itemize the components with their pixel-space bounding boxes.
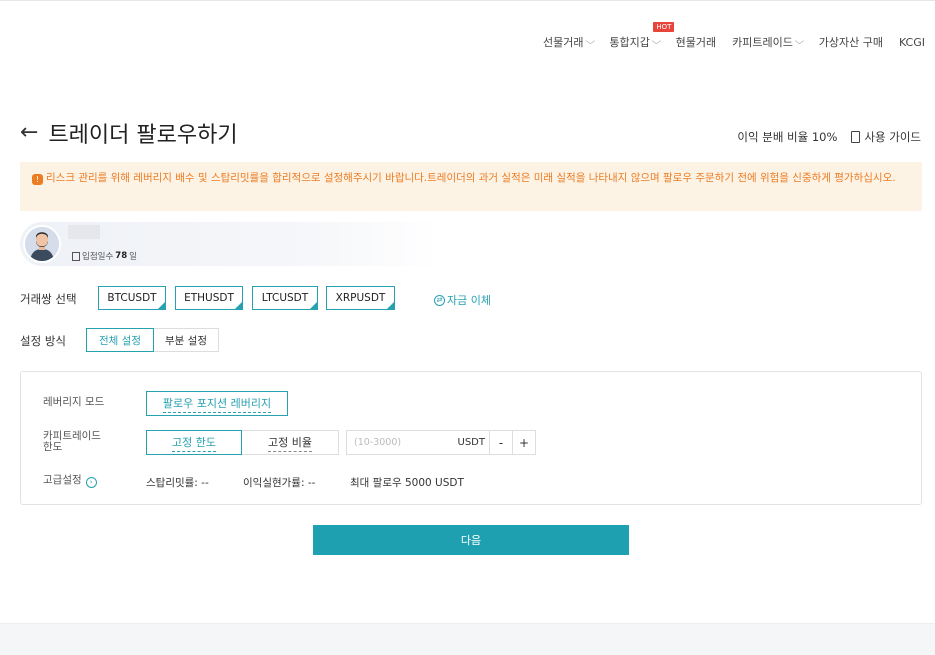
risk-warning-banner: ! 리스크 관리를 위해 레버리지 배수 및 스탑리밋률을 합리적으로 설정해주시… <box>20 162 922 211</box>
back-arrow-icon[interactable]: ← <box>20 122 38 144</box>
days-label: 입점일수 <box>82 252 114 262</box>
listing-days: 입점일수 78 일 <box>72 250 137 262</box>
top-nav: 선물거래 ⌵ HOT 통합지갑 ⌵ 현물거래 카피트레이드 ⌵ 가상자산 구매 … <box>543 22 925 50</box>
tab-label: 전체 설정 <box>99 334 141 347</box>
guide-link[interactable]: 사용 가이드 <box>851 129 921 145</box>
nav-label: 카피트레이드 <box>732 36 793 49</box>
trader-name-placeholder <box>68 225 100 239</box>
tab-partial-setting[interactable]: 부분 설정 <box>154 328 219 352</box>
header-right: 이익 분배 비율 10% 사용 가이드 <box>737 129 921 145</box>
days-unit: 일 <box>129 252 137 262</box>
advanced-settings-toggle[interactable]: 고급설정 › <box>43 475 97 488</box>
pair-ltcusdt[interactable]: LTCUSDT <box>252 286 318 310</box>
nav-label: 가상자산 구매 <box>818 36 883 49</box>
pair-label: ETHUSDT <box>184 292 234 304</box>
fixed-ratio-button[interactable]: 고정 비율 <box>242 430 339 455</box>
max-follow-amount: 최대 팔로우 5000 USDT <box>350 477 464 489</box>
take-profit-rate: 이익실현가률: -- <box>243 477 316 489</box>
pair-btcusdt[interactable]: BTCUSDT <box>98 286 166 310</box>
transfer-icon: ⇄ <box>434 294 445 306</box>
warning-text: 리스크 관리를 위해 레버리지 배수 및 스탑리밋률을 합리적으로 설정해주시기… <box>46 172 896 184</box>
nav-item-spot[interactable]: 현물거래 <box>676 34 716 50</box>
fund-transfer-link[interactable]: ⇄ 자금 이체 <box>434 292 491 308</box>
page-title: 트레이더 팔로우하기 <box>48 123 238 148</box>
footer <box>0 623 935 655</box>
nav-item-copytrade[interactable]: 카피트레이드 ⌵ <box>732 34 805 50</box>
leverage-mode-label: 레버리지 모드 <box>43 396 105 408</box>
pair-xrpusdt[interactable]: XRPUSDT <box>326 286 395 310</box>
leverage-mode-select[interactable]: 팔로우 포지션 레버리지 <box>146 391 288 416</box>
chevron-right-icon: › <box>85 477 97 488</box>
leverage-mode-value: 팔로우 포지션 레버리지 <box>162 395 272 413</box>
tab-label: 부분 설정 <box>165 334 207 347</box>
nav-item-wallet[interactable]: HOT 통합지갑 ⌵ <box>609 22 675 50</box>
nav-item-futures[interactable]: 선물거래 ⌵ <box>543 34 595 50</box>
page-header: ← 트레이더 팔로우하기 <box>20 117 238 149</box>
copy-limit-label-line: 한도 <box>43 441 63 453</box>
pair-label: XRPUSDT <box>335 292 386 304</box>
setting-mode-label: 설정 방식 <box>20 334 66 348</box>
chevron-down-icon: ⌵ <box>794 37 805 47</box>
nav-item-kcgi[interactable]: KCGI <box>899 34 925 50</box>
days-value: 78 <box>115 251 128 261</box>
nav-label: KCGI <box>898 35 925 49</box>
hot-badge: HOT <box>653 22 675 32</box>
top-divider <box>0 0 935 1</box>
fixed-amount-label: 고정 한도 <box>172 434 216 452</box>
chevron-down-icon: ⌵ <box>651 37 662 47</box>
copy-amount-stepper: USDT - + <box>346 430 536 455</box>
copy-amount-input[interactable] <box>347 437 447 448</box>
nav-label: 통합지갑 <box>609 36 650 49</box>
guide-label: 사용 가이드 <box>864 130 921 144</box>
avatar <box>23 225 61 263</box>
pair-ethusdt[interactable]: ETHUSDT <box>175 286 243 310</box>
tab-full-setting[interactable]: 전체 설정 <box>86 328 154 352</box>
stop-limit-rate: 스탑리밋률: -- <box>146 477 209 489</box>
nav-label: 선물거래 <box>543 36 584 49</box>
document-icon <box>851 131 861 143</box>
pair-label: LTCUSDT <box>261 292 309 304</box>
decrement-button[interactable]: - <box>489 431 512 454</box>
next-button[interactable]: 다음 <box>313 525 629 555</box>
trader-card: 입점일수 78 일 <box>20 222 440 266</box>
fixed-ratio-label: 고정 비율 <box>268 434 312 452</box>
transfer-label: 자금 이체 <box>447 294 491 307</box>
nav-label: 현물거래 <box>675 36 717 49</box>
copy-limit-label: 카피트레이드 한도 <box>43 431 101 453</box>
increment-button[interactable]: + <box>512 431 535 454</box>
warning-icon: ! <box>32 174 43 185</box>
unit-label: USDT <box>457 437 485 448</box>
advanced-settings-label: 고급설정 <box>43 474 82 486</box>
nav-item-buy-crypto[interactable]: 가상자산 구매 <box>819 34 883 50</box>
profit-share-text: 이익 분배 비율 10% <box>737 130 838 144</box>
pair-select-label: 거래쌍 선택 <box>20 292 77 306</box>
chevron-down-icon: ⌵ <box>585 37 595 47</box>
pair-label: BTCUSDT <box>107 292 157 304</box>
calendar-icon <box>72 251 80 261</box>
fixed-amount-button[interactable]: 고정 한도 <box>146 430 242 455</box>
